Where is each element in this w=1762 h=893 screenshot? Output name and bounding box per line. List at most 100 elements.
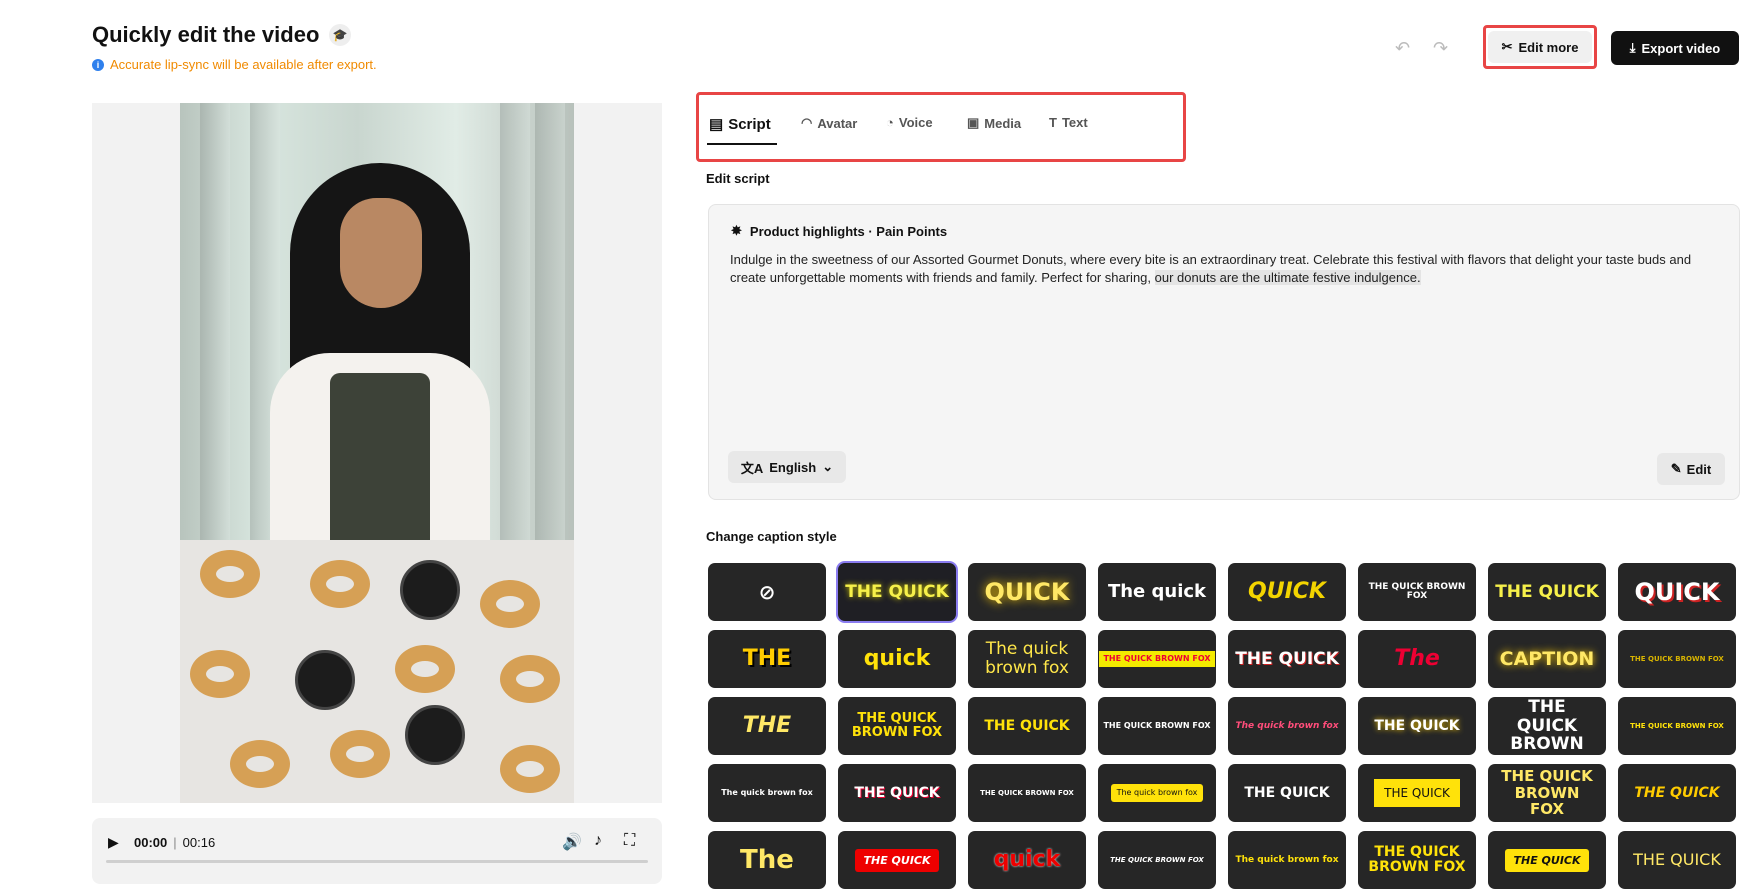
- caption-style-none[interactable]: ⊘: [708, 563, 826, 621]
- lip-sync-notice: i Accurate lip-sync will be available af…: [92, 57, 377, 72]
- language-label: English: [769, 459, 817, 475]
- caption-style-preview: THE QUICK BROWN FOX: [1103, 721, 1211, 730]
- caption-style-preview: THE QUICK: [1374, 779, 1460, 807]
- caption-style[interactable]: THE QUICK BROWN: [1488, 697, 1606, 755]
- caption-style[interactable]: The quick brown fox: [1228, 831, 1346, 889]
- tab-avatar[interactable]: ◠ Avatar: [801, 115, 857, 131]
- caption-style[interactable]: THE QUICK BROWN FOX: [1098, 697, 1216, 755]
- caption-style-preview: THE QUICK BROWN FOX: [1099, 651, 1215, 667]
- caption-style[interactable]: The: [1358, 630, 1476, 688]
- caption-style-preview: THE QUICK: [1244, 785, 1330, 801]
- donut-shape: [230, 740, 290, 788]
- caption-style[interactable]: THE QUICK BROWN FOX: [838, 697, 956, 755]
- undo-icon[interactable]: ↶: [1395, 38, 1410, 59]
- caption-style[interactable]: THE QUICK BROWN FOX: [1098, 630, 1216, 688]
- caption-style[interactable]: THE QUICK: [1488, 831, 1606, 889]
- caption-style[interactable]: THE QUICK: [838, 764, 956, 822]
- caption-style[interactable]: CAPTION: [1488, 630, 1606, 688]
- caption-style[interactable]: THE QUICK BROWN FOX: [1618, 697, 1736, 755]
- caption-style[interactable]: THE QUICK BROWN FOX: [968, 764, 1086, 822]
- caption-style[interactable]: The quick brown fox: [708, 764, 826, 822]
- caption-style[interactable]: QUICK: [1228, 563, 1346, 621]
- caption-style[interactable]: quick: [968, 831, 1086, 889]
- tab-text[interactable]: T Text: [1049, 115, 1088, 130]
- caption-style-preview: The quick brown fox: [985, 639, 1069, 678]
- script-text[interactable]: Indulge in the sweetness of our Assorted…: [730, 251, 1715, 287]
- donut-shape: [310, 560, 370, 608]
- caption-style[interactable]: THE QUICK: [1488, 563, 1606, 621]
- caption-style[interactable]: THE: [708, 697, 826, 755]
- notice-text: Accurate lip-sync will be available afte…: [110, 57, 377, 72]
- caption-style[interactable]: THE QUICK: [968, 697, 1086, 755]
- fullscreen-icon[interactable]: ⛶: [624, 832, 635, 850]
- caption-style[interactable]: THE QUICK: [1618, 764, 1736, 822]
- text-icon: T: [1049, 115, 1057, 130]
- caption-style-preview: THE QUICK BROWN FOX: [1368, 843, 1466, 875]
- redo-icon[interactable]: ↷: [1433, 38, 1448, 59]
- caption-style[interactable]: The: [708, 831, 826, 889]
- caption-style-preview: THE QUICK BROWN FOX: [1501, 767, 1593, 819]
- avatar-scene: [180, 103, 574, 543]
- caption-style[interactable]: THE QUICK: [838, 563, 956, 621]
- curtain-shape: [200, 103, 230, 540]
- video-preview[interactable]: [92, 103, 662, 803]
- caption-style[interactable]: THE QUICK BROWN FOX: [1358, 563, 1476, 621]
- caption-style[interactable]: quick: [838, 630, 956, 688]
- caption-style-preview: THE QUICK: [1495, 581, 1599, 602]
- donut-shape: [500, 745, 560, 793]
- info-icon: i: [92, 58, 104, 71]
- scissors-icon: ✂: [1501, 39, 1513, 54]
- caption-style-preview: THE QUICK BROWN FOX: [1630, 654, 1724, 663]
- graduation-cap-icon[interactable]: 🎓: [329, 24, 352, 46]
- video-player-controls: ▶ 00:00 | 00:16 🔊 ♪ ⛶: [92, 818, 662, 884]
- page-title-text: Quickly edit the video: [92, 22, 320, 47]
- caption-style[interactable]: THE QUICK BROWN FOX: [1098, 831, 1216, 889]
- tab-script-label: Script: [728, 115, 771, 133]
- play-icon[interactable]: ▶: [108, 834, 119, 851]
- edit-more-button[interactable]: ✂ Edit more: [1487, 31, 1593, 63]
- caption-style[interactable]: QUICK: [1618, 563, 1736, 621]
- caption-style-preview: THE QUICK BROWN FOX: [1110, 855, 1204, 864]
- caption-style[interactable]: The quick brown fox: [968, 630, 1086, 688]
- script-card: ✸ Product highlights · Pain Points Indul…: [708, 204, 1740, 500]
- caption-style[interactable]: THE QUICK: [1358, 764, 1476, 822]
- tab-text-label: Text: [1061, 115, 1088, 130]
- caption-style[interactable]: The quick brown fox: [1098, 764, 1216, 822]
- tab-voice[interactable]: ◔ Voice: [886, 115, 933, 130]
- language-select[interactable]: 文A English ⌄: [728, 451, 846, 483]
- avatar-apron: [330, 373, 430, 543]
- caption-style-preview: THE: [742, 646, 792, 671]
- caption-style-preview: QUICK: [1248, 579, 1326, 604]
- caption-style-preview: THE QUICK: [1634, 785, 1720, 801]
- current-time: 00:00: [134, 835, 168, 850]
- caption-style-preview: THE QUICK: [845, 581, 949, 602]
- progress-bar[interactable]: [106, 860, 648, 863]
- tab-media[interactable]: ▣ Media: [967, 115, 1021, 131]
- caption-style[interactable]: THE QUICK: [838, 831, 956, 889]
- caption-style-preview: THE QUICK BROWN: [1510, 697, 1584, 755]
- chevron-down-icon: ⌄: [822, 459, 834, 474]
- tab-media-label: Media: [984, 115, 1022, 131]
- caption-style[interactable]: THE QUICK: [1358, 697, 1476, 755]
- edit-script-button[interactable]: ✎ Edit: [1657, 453, 1725, 485]
- caption-style[interactable]: THE QUICK: [1228, 630, 1346, 688]
- script-text-highlight: our donuts are the ultimate festive indu…: [1154, 270, 1421, 285]
- caption-style[interactable]: The quick: [1098, 563, 1216, 621]
- export-video-button[interactable]: ⤓ Export video: [1611, 31, 1739, 65]
- caption-style[interactable]: THE QUICK BROWN FOX: [1618, 630, 1736, 688]
- caption-style[interactable]: THE QUICK BROWN FOX: [1488, 764, 1606, 822]
- caption-style[interactable]: THE QUICK: [1618, 831, 1736, 889]
- tab-voice-label: Voice: [898, 115, 933, 130]
- caption-style[interactable]: The quick brown fox: [1228, 697, 1346, 755]
- jar-shape: [400, 560, 460, 620]
- caption-style-preview: The: [740, 845, 794, 875]
- volume-icon[interactable]: 🔊: [562, 832, 582, 852]
- tab-script[interactable]: ▤ Script: [709, 115, 771, 134]
- caption-style[interactable]: THE QUICK: [1228, 764, 1346, 822]
- tiktok-icon[interactable]: ♪: [594, 832, 602, 850]
- caption-style[interactable]: THE QUICK BROWN FOX: [1358, 831, 1476, 889]
- caption-style-label: Change caption style: [706, 529, 837, 544]
- caption-style[interactable]: QUICK: [968, 563, 1086, 621]
- caption-style-preview: THE QUICK: [854, 785, 940, 801]
- caption-style[interactable]: THE: [708, 630, 826, 688]
